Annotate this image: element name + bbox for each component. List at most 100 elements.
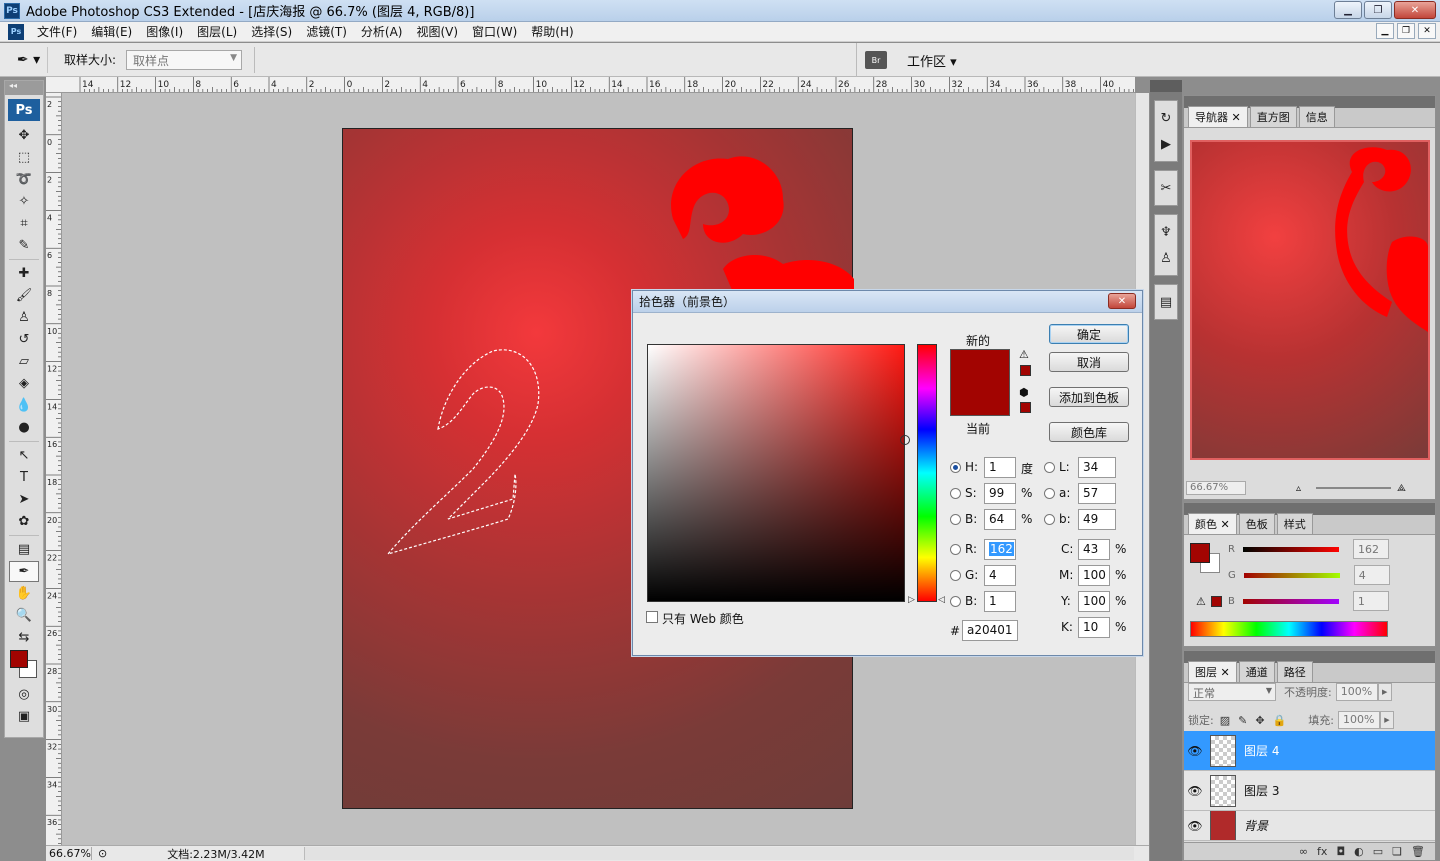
lock-all-icon[interactable]: 🔒 xyxy=(1273,714,1287,727)
navigator-zoom-field[interactable]: 66.67% xyxy=(1186,481,1246,495)
a-radio[interactable] xyxy=(1044,488,1055,499)
zoom-tool-icon[interactable]: 🔍 xyxy=(9,605,39,626)
hue-slider-arrow-left-icon[interactable]: ▷ xyxy=(908,595,915,605)
lock-position-icon[interactable]: ✥ xyxy=(1255,714,1264,727)
tab-color[interactable]: 颜色 ✕ xyxy=(1188,513,1237,534)
color-spectrum-bar[interactable] xyxy=(1190,621,1388,637)
color-libraries-button[interactable]: 颜色库 xyxy=(1049,422,1129,442)
a-input[interactable]: 57 xyxy=(1078,483,1116,504)
menu-layer[interactable]: 图层(L) xyxy=(190,23,244,40)
tab-channels[interactable]: 通道 xyxy=(1238,661,1275,682)
move-tool-icon[interactable]: ✥ xyxy=(9,125,39,146)
navigator-zoom-slider[interactable] xyxy=(1316,487,1391,489)
clone-stamp-tool-icon[interactable]: ♙ xyxy=(9,307,39,328)
history-panel-icon[interactable]: ↻ xyxy=(1155,105,1177,131)
dialog-title-bar[interactable]: 拾色器（前景色） ✕ xyxy=(633,291,1142,313)
dodge-tool-icon[interactable]: ● xyxy=(9,417,39,438)
rgb-b-radio[interactable] xyxy=(950,596,961,607)
screen-mode-icon[interactable]: ▣ xyxy=(9,706,39,727)
new-group-icon[interactable]: ▭ xyxy=(1373,845,1383,858)
color-field-marker[interactable] xyxy=(900,435,910,445)
add-mask-icon[interactable]: ◘ xyxy=(1336,845,1345,858)
doc-minimize-button[interactable]: ▁ xyxy=(1376,23,1394,39)
ok-button[interactable]: 确定 xyxy=(1049,324,1129,344)
eye-icon[interactable]: 👁 xyxy=(1184,784,1206,798)
tab-paths[interactable]: 路径 xyxy=(1276,661,1313,682)
gamut-warning-icon[interactable]: ⚠ xyxy=(1196,595,1206,608)
layer-row[interactable]: 👁 图层 3 xyxy=(1184,771,1435,811)
rgb-b-input[interactable]: 1 xyxy=(984,591,1016,612)
status-info-icon[interactable]: ⊙ xyxy=(98,847,107,860)
blue-value[interactable]: 1 xyxy=(1352,591,1389,611)
horizontal-scrollbar[interactable] xyxy=(304,847,1134,860)
gamut-color-swatch[interactable] xyxy=(1020,365,1031,376)
status-zoom[interactable]: 66.67% xyxy=(46,847,92,860)
layer-row[interactable]: 👁 背景 xyxy=(1184,811,1435,841)
s-radio[interactable] xyxy=(950,488,961,499)
link-layers-icon[interactable]: ∞ xyxy=(1299,845,1308,858)
adjustment-layer-icon[interactable]: ◐ xyxy=(1354,845,1364,858)
lab-b-input[interactable]: 49 xyxy=(1078,509,1116,530)
r-radio[interactable] xyxy=(950,544,961,555)
red-slider[interactable] xyxy=(1242,546,1339,552)
tab-histogram[interactable]: 直方图 xyxy=(1249,106,1297,127)
l-radio[interactable] xyxy=(1044,462,1055,473)
layer-style-icon[interactable]: fx xyxy=(1317,845,1327,858)
magic-wand-tool-icon[interactable]: ✧ xyxy=(9,191,39,212)
healing-brush-tool-icon[interactable]: ✚ xyxy=(9,263,39,284)
current-color-swatch[interactable] xyxy=(950,383,1010,416)
navigator-preview[interactable] xyxy=(1190,140,1430,460)
type-tool-icon[interactable]: T xyxy=(9,467,39,488)
doc-close-button[interactable]: ✕ xyxy=(1418,23,1436,39)
h-radio[interactable] xyxy=(950,462,961,473)
fill-input[interactable]: 100% xyxy=(1337,711,1380,729)
marquee-tool-icon[interactable]: ⬚ xyxy=(9,147,39,168)
h-input[interactable]: 1 xyxy=(984,457,1016,478)
minimize-button[interactable]: ▁ xyxy=(1334,1,1362,19)
blue-slider[interactable] xyxy=(1242,598,1339,604)
direct-selection-tool-icon[interactable]: ➤ xyxy=(9,489,39,510)
layer-row[interactable]: 👁 图层 4 xyxy=(1184,731,1435,771)
menu-filter[interactable]: 滤镜(T) xyxy=(299,23,354,40)
zoom-out-icon[interactable]: ▵ xyxy=(1296,483,1301,494)
fill-arrow-icon[interactable]: ▶ xyxy=(1379,711,1394,729)
menu-image[interactable]: 图像(I) xyxy=(139,23,190,40)
y-input[interactable]: 100 xyxy=(1078,591,1110,612)
crop-tool-icon[interactable]: ⌗ xyxy=(9,213,39,234)
menu-help[interactable]: 帮助(H) xyxy=(524,23,580,40)
hue-slider[interactable] xyxy=(917,344,937,602)
opacity-input[interactable]: 100% xyxy=(1335,683,1378,701)
ps-logo[interactable]: Ps xyxy=(8,99,40,121)
brushes-panel-icon[interactable]: ♆ xyxy=(1155,219,1177,245)
menu-select[interactable]: 选择(S) xyxy=(244,23,299,40)
blend-mode-select[interactable]: 正常 ▼ xyxy=(1188,683,1276,701)
b-radio[interactable] xyxy=(950,514,961,525)
close-button[interactable]: ✕ xyxy=(1394,1,1436,19)
green-slider[interactable] xyxy=(1243,572,1340,578)
doc-restore-button[interactable]: ❐ xyxy=(1397,23,1415,39)
out-of-gamut-warning-icon[interactable]: ⚠ xyxy=(1019,348,1029,361)
blur-tool-icon[interactable]: 💧 xyxy=(9,395,39,416)
brush-tool-icon[interactable]: 🖌 xyxy=(9,285,39,306)
r-input[interactable]: 162 xyxy=(984,539,1016,560)
g-input[interactable]: 4 xyxy=(984,565,1016,586)
quick-mask-icon[interactable]: ◎ xyxy=(9,684,39,705)
swap-colors-icon[interactable]: ⇆ xyxy=(9,627,39,648)
tab-styles[interactable]: 样式 xyxy=(1276,513,1313,534)
document-icon[interactable]: Ps xyxy=(8,23,24,40)
path-selection-tool-icon[interactable]: ↖ xyxy=(9,445,39,466)
eye-icon[interactable]: 👁 xyxy=(1184,819,1206,833)
delete-layer-icon[interactable]: 🗑 xyxy=(1411,845,1425,858)
layer-name[interactable]: 图层 4 xyxy=(1244,742,1279,759)
hex-input[interactable]: a20401 xyxy=(962,620,1018,641)
clone-source-icon[interactable]: ♙ xyxy=(1155,245,1177,271)
notes-tool-icon[interactable]: ▤ xyxy=(9,539,39,560)
add-to-swatches-button[interactable]: 添加到色板 xyxy=(1049,387,1129,407)
paint-bucket-tool-icon[interactable]: ◈ xyxy=(9,373,39,394)
tab-info[interactable]: 信息 xyxy=(1298,106,1335,127)
layer-name[interactable]: 图层 3 xyxy=(1244,782,1279,799)
new-layer-icon[interactable]: ❏ xyxy=(1392,845,1402,858)
m-input[interactable]: 100 xyxy=(1078,565,1110,586)
custom-shape-tool-icon[interactable]: ✿ xyxy=(9,511,39,532)
layer-name[interactable]: 背景 xyxy=(1244,817,1268,834)
